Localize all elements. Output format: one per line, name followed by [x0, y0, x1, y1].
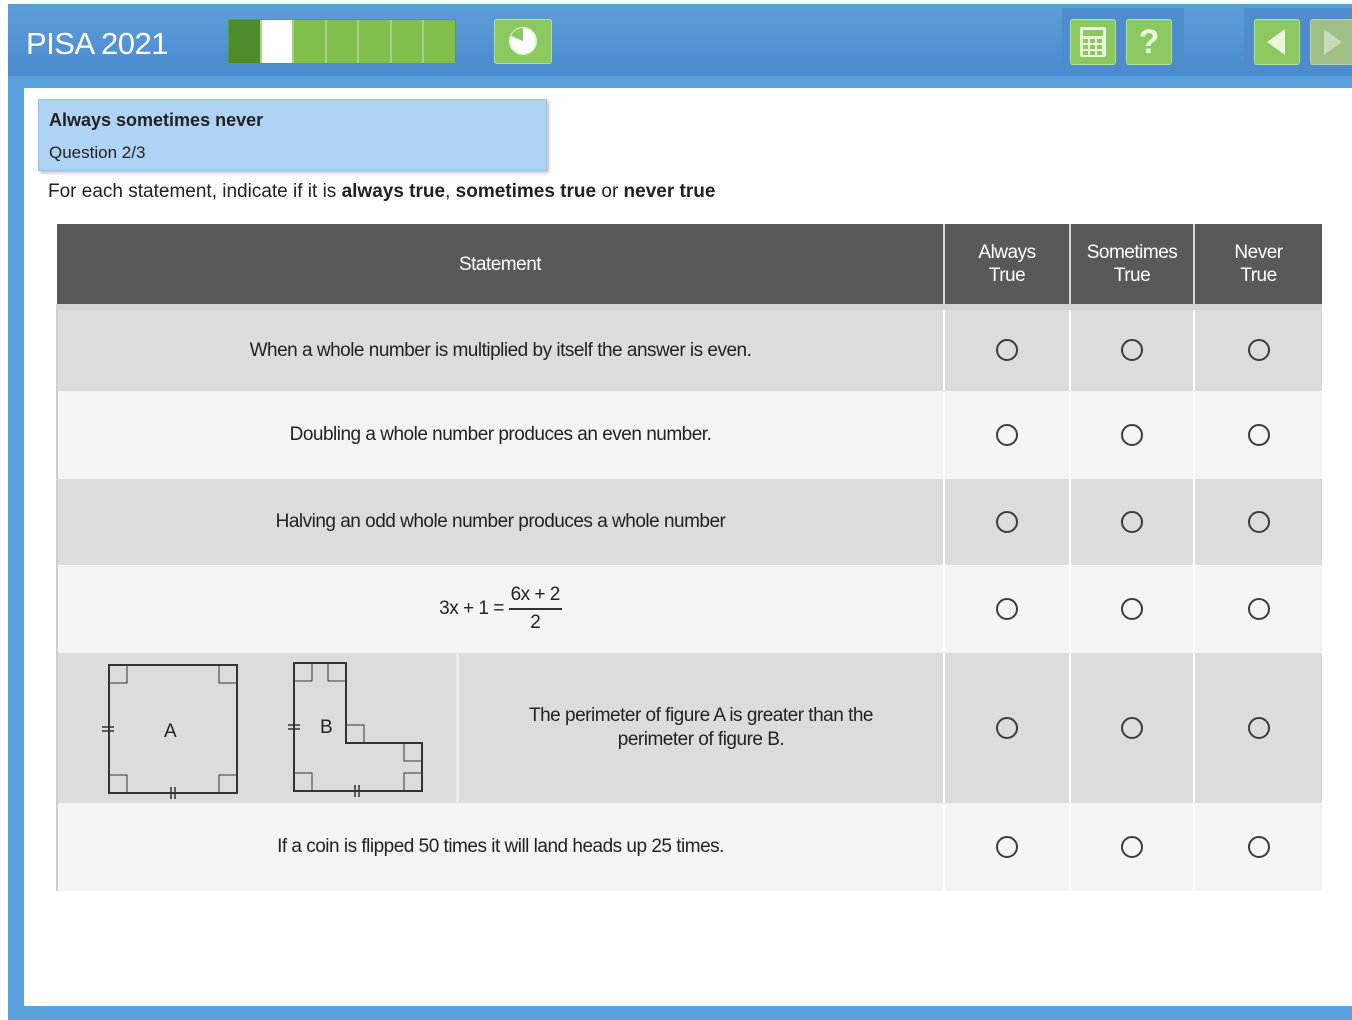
- timer-button[interactable]: [494, 19, 552, 64]
- table-row: Halving an odd whole number produces a w…: [56, 479, 1322, 565]
- radio-always-true[interactable]: [996, 716, 1018, 739]
- help-button[interactable]: ?: [1126, 19, 1172, 65]
- fraction-numerator: 6x + 2: [508, 582, 562, 610]
- statement-text: When a whole number is multiplied by its…: [56, 307, 944, 391]
- header-always-true: Always True: [943, 224, 1070, 310]
- timer-icon: [509, 27, 537, 55]
- statement-text: Halving an odd whole number produces a w…: [56, 479, 944, 565]
- radio-never-true[interactable]: [1247, 716, 1270, 739]
- radio-always-true[interactable]: [996, 339, 1018, 362]
- brand-title: PISA 2021: [26, 26, 169, 61]
- statement-text: If a coin is flipped 50 times it will la…: [56, 803, 944, 891]
- equation-left: 3x + 1 =: [439, 598, 504, 619]
- table-row: Doubling a whole number produces an even…: [56, 391, 1322, 479]
- calculator-icon: [1080, 27, 1106, 57]
- radio-never-true[interactable]: [1247, 597, 1270, 620]
- instruction-sep: ,: [445, 181, 456, 202]
- progress-segment: [424, 20, 456, 63]
- statement-table: Statement Always True Sometimes True Never…: [56, 224, 1322, 891]
- arrow-left-icon: [1267, 29, 1285, 55]
- figure-b-label: B: [320, 717, 332, 738]
- progress-segment: [229, 20, 262, 63]
- instruction-prefix: For each statement, indicate if it is: [48, 181, 342, 202]
- radio-sometimes-true[interactable]: [1121, 597, 1143, 620]
- radio-sometimes-true[interactable]: [1121, 423, 1143, 446]
- statement-text: The perimeter of figure A is greater tha…: [529, 705, 873, 750]
- radio-always-true[interactable]: [996, 423, 1018, 446]
- progress-segment: [359, 20, 392, 63]
- table-row: A B The perimeter of figure A is greater…: [56, 653, 1322, 803]
- radio-never-true[interactable]: [1247, 339, 1270, 362]
- statement-equation: 3x + 1 = 6x + 2 2: [56, 565, 944, 653]
- equation-fraction: 6x + 2 2: [508, 582, 562, 636]
- progress-segment: [391, 20, 425, 63]
- radio-sometimes-true[interactable]: [1121, 835, 1143, 858]
- instruction-sometimes: sometimes true: [455, 181, 597, 202]
- question-header: Always sometimes never Question 2/3: [38, 99, 547, 171]
- figure-a-label: A: [164, 721, 177, 742]
- radio-never-true[interactable]: [1247, 510, 1270, 533]
- radio-always-true[interactable]: [996, 835, 1018, 858]
- progress-segment: [326, 20, 360, 63]
- statement-text: Doubling a whole number produces an even…: [56, 391, 944, 479]
- radio-sometimes-true[interactable]: [1121, 510, 1143, 533]
- statement-figure-cell: A B The perimeter of figure A is greater…: [56, 653, 944, 803]
- help-icon: ?: [1138, 23, 1160, 61]
- next-button[interactable]: [1310, 19, 1352, 65]
- radio-sometimes-true[interactable]: [1121, 339, 1143, 362]
- question-number: Question 2/3: [49, 143, 146, 162]
- table-row: If a coin is flipped 50 times it will la…: [56, 803, 1322, 891]
- radio-never-true[interactable]: [1247, 835, 1270, 858]
- instruction-sep: or: [596, 181, 624, 202]
- perimeter-figures: A B: [102, 662, 423, 799]
- table-row: When a whole number is multiplied by its…: [56, 307, 1322, 391]
- progress-segment: [261, 20, 295, 63]
- header-statement: Statement: [57, 224, 944, 310]
- back-button[interactable]: [1254, 19, 1300, 65]
- progress-bar: [228, 19, 456, 64]
- instruction-never: never true: [623, 181, 716, 202]
- radio-never-true[interactable]: [1247, 423, 1270, 446]
- progress-segment: [294, 20, 327, 63]
- instruction-text: For each statement, indicate if it is al…: [48, 181, 715, 203]
- radio-sometimes-true[interactable]: [1121, 716, 1143, 739]
- radio-always-true[interactable]: [996, 510, 1018, 533]
- fraction-denominator: 2: [530, 612, 541, 633]
- header-sometimes-true: Sometimes True: [1069, 224, 1194, 310]
- calculator-button[interactable]: [1070, 19, 1116, 65]
- figures-illustration: A B: [58, 653, 459, 803]
- table-row: 3x + 1 = 6x + 2 2: [56, 565, 1322, 653]
- question-title: Always sometimes never: [49, 110, 264, 130]
- instruction-always: always true: [341, 181, 446, 202]
- radio-always-true[interactable]: [996, 597, 1018, 620]
- arrow-right-icon: [1324, 29, 1342, 55]
- header-never-true: Never True: [1193, 224, 1322, 310]
